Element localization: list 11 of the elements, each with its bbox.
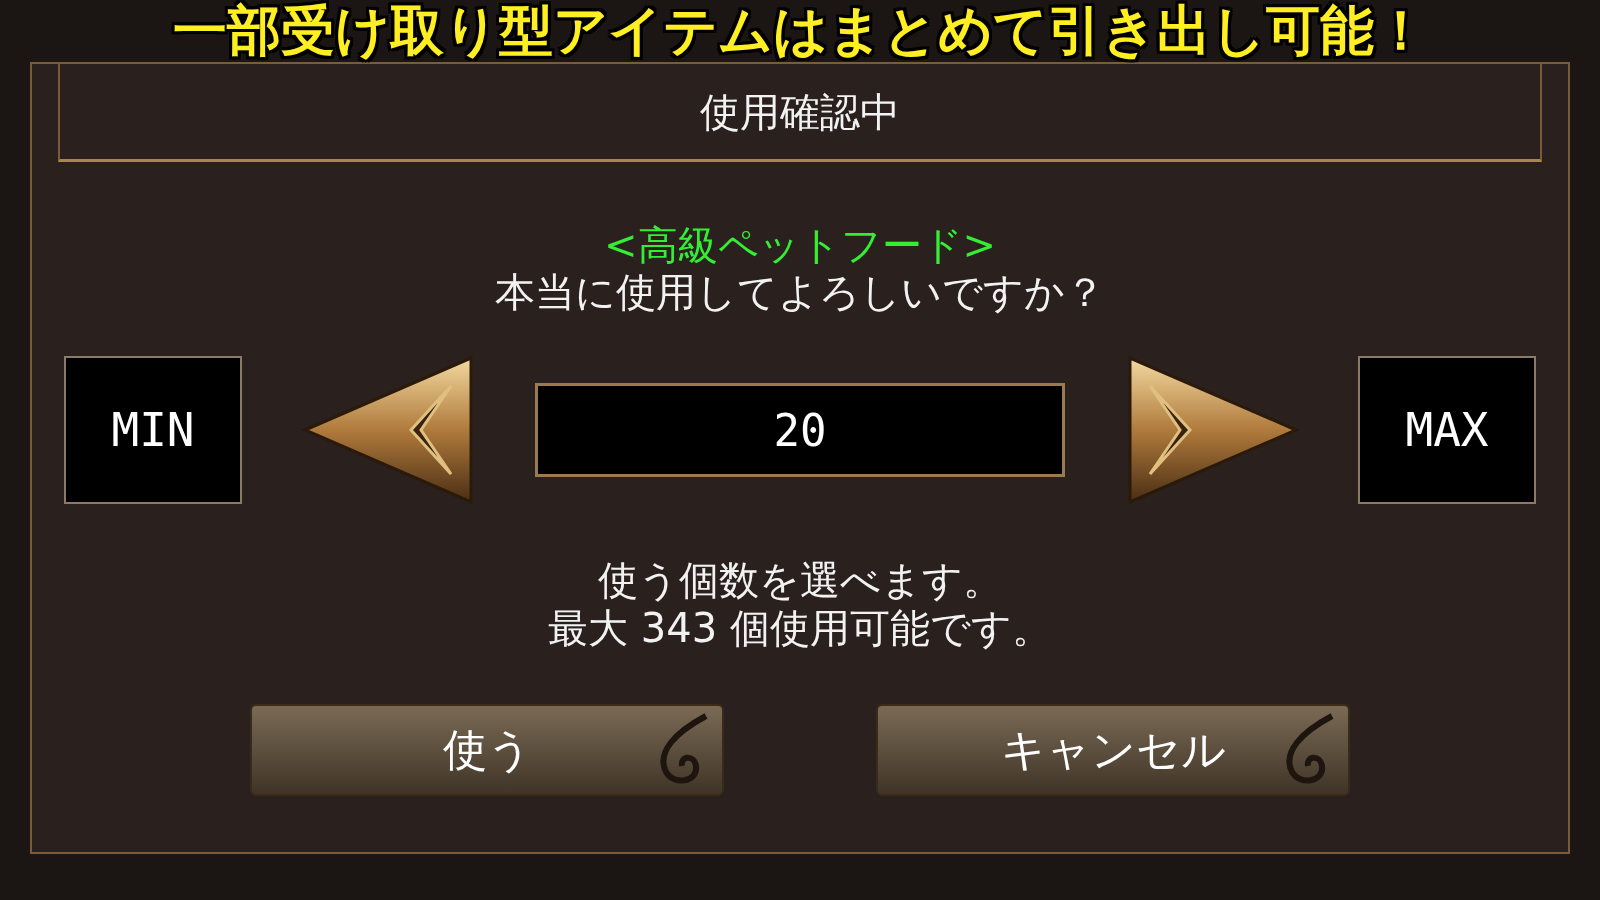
info-text: 最大 343 個使用可能です。 <box>548 604 1052 652</box>
max-button[interactable]: MAX <box>1358 356 1536 504</box>
info-text: 使う個数を選べます。 <box>597 556 1003 604</box>
dialog-title: 使用確認中 <box>700 87 900 137</box>
item-name: <高級ペットフード> <box>604 222 996 268</box>
min-button[interactable]: MIN <box>64 356 242 504</box>
confirm-question: 本当に使用してよろしいですか？ <box>495 268 1105 316</box>
dialog-button[interactable]: 使う <box>250 704 724 796</box>
quantity-field[interactable]: 20 <box>535 383 1065 477</box>
caption-banner-text: 一部受け取り型アイテムはまとめて引き出し可能！ <box>172 0 1428 62</box>
dialog-button[interactable]: キャンセル <box>876 704 1350 796</box>
